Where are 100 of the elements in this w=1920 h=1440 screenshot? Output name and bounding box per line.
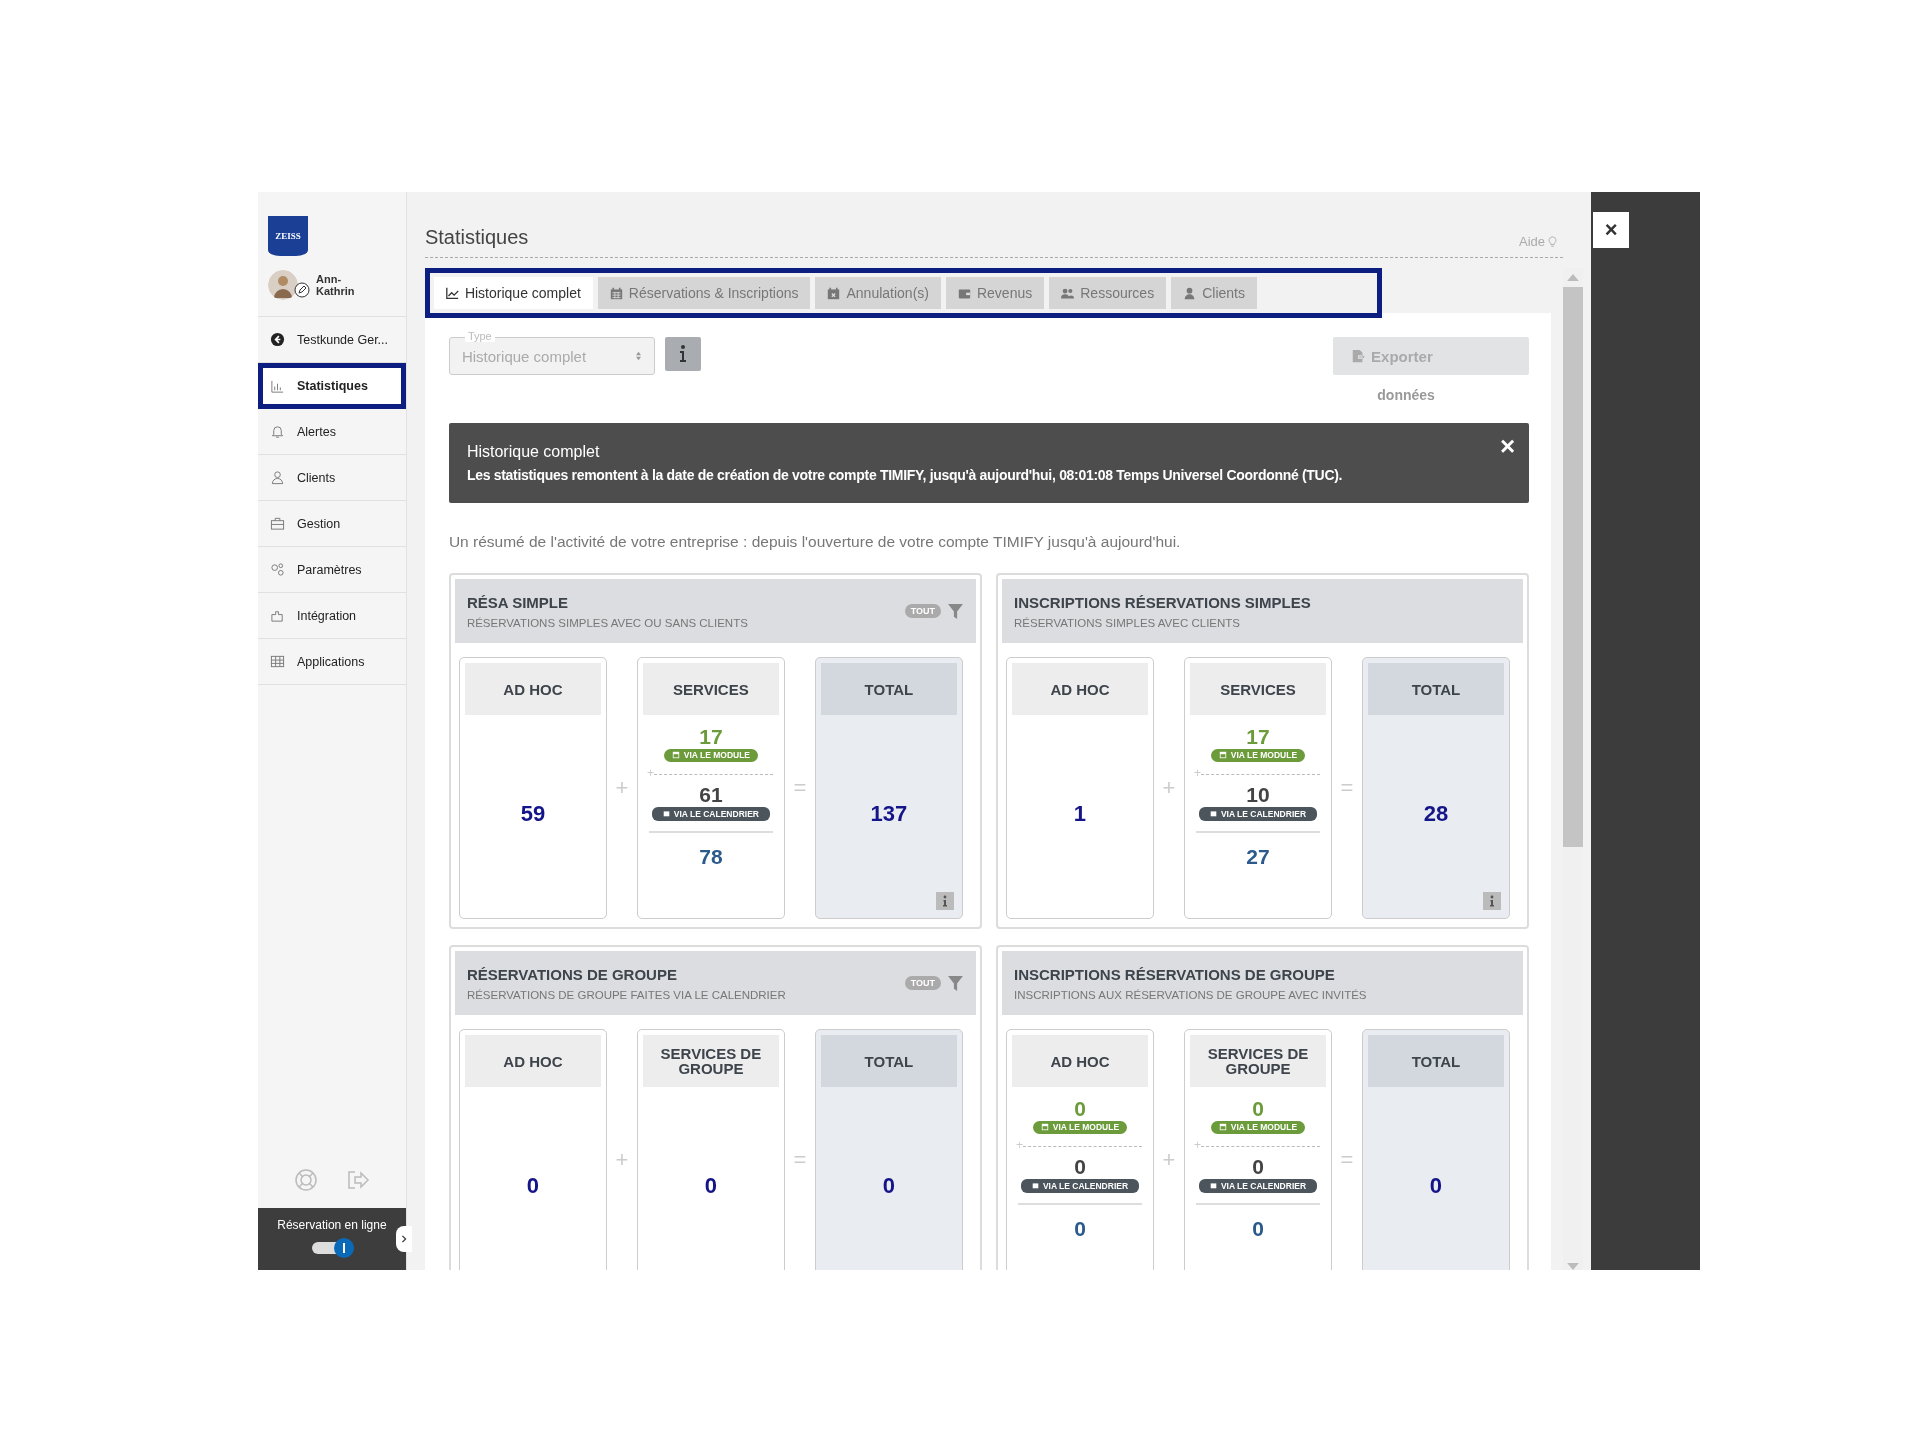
operator-sign: +: [1161, 775, 1177, 801]
sidebar-item[interactable]: Gestion: [258, 501, 406, 547]
nav-icon: [270, 608, 285, 623]
panel-title: INSCRIPTIONS RÉSERVATIONS SIMPLES: [1014, 593, 1312, 611]
panel-title: RÉSERVATIONS DE GROUPE: [466, 965, 678, 983]
operator-sign: =: [792, 775, 808, 801]
card-heading: SERVICES DE GROUPE: [642, 1035, 779, 1087]
count-value: 28: [1423, 801, 1449, 827]
operator-sign: =: [1339, 775, 1355, 801]
module-count: 17: [1246, 725, 1270, 749]
info-icon[interactable]: [935, 892, 954, 910]
wallet-icon: [957, 286, 971, 300]
sum-count: 0: [1252, 1217, 1264, 1241]
scroll-thumb[interactable]: [1563, 287, 1584, 847]
file-export-icon: [1351, 349, 1366, 363]
calendar-count: 61: [699, 782, 723, 807]
summary-text: Un résumé de l'activité de votre entreprise : depuis l'ouverture de votre compte TIMIFY jusqu'à aujourd'hui.: [448, 533, 1182, 551]
close-button[interactable]: ×: [1593, 212, 1630, 248]
edit-icon[interactable]: [294, 282, 310, 298]
card-heading: SERVICES: [642, 663, 779, 715]
window-icon: [1218, 751, 1227, 760]
field-label: Type: [464, 330, 495, 342]
card-heading: AD HOC: [1012, 663, 1148, 715]
help-ring-icon[interactable]: [293, 1168, 318, 1192]
calendar-count: 10: [1246, 782, 1270, 807]
calendar-count: 0: [1252, 1154, 1264, 1179]
filter-icon[interactable]: [947, 974, 964, 992]
calendar-icon: [1031, 1182, 1039, 1190]
calendar-icon: [609, 286, 623, 300]
calendar-count: 0: [1074, 1154, 1086, 1179]
chevron-icon: [399, 1235, 408, 1243]
window-icon: [1040, 1123, 1049, 1132]
alert-close-button[interactable]: ×: [1499, 431, 1516, 462]
module-count: 0: [1252, 1097, 1264, 1121]
calendar-badge: VIA LE CALENDRIER: [1021, 1178, 1139, 1193]
nav-icon: [270, 332, 285, 347]
operator-sign: +: [614, 775, 630, 801]
window-icon: [671, 751, 680, 760]
panel-title: RÉSA SIMPLE: [466, 593, 570, 611]
calendar-icon: [1209, 1182, 1217, 1190]
info-button-icon[interactable]: [664, 337, 701, 371]
scroll-up-icon[interactable]: [1567, 274, 1580, 281]
sidebar-item[interactable]: Intégration: [258, 593, 406, 639]
module-count: 0: [1074, 1097, 1086, 1121]
nav-icon: [270, 562, 285, 577]
operator-sign: +: [614, 1147, 630, 1173]
logout-icon[interactable]: [345, 1168, 370, 1192]
sidebar-item[interactable]: Paramètres: [258, 547, 406, 593]
count-value: 137: [870, 801, 908, 827]
panel-subtitle: RÉSERVATIONS DE GROUPE FAITES VIA LE CALENDRIER: [466, 988, 787, 1001]
page-title: Statistiques: [424, 226, 529, 249]
count-value: 0: [704, 1173, 717, 1199]
nav-icon: [270, 378, 285, 394]
sum-count: 0: [1074, 1217, 1086, 1241]
collapse-tab[interactable]: [395, 1226, 412, 1252]
sidebar-item[interactable]: Clients: [258, 455, 406, 501]
card-heading: TOTAL: [1368, 1035, 1504, 1087]
sum-count: 78: [699, 845, 723, 869]
panel-title: INSCRIPTIONS RÉSERVATIONS DE GROUPE: [1014, 965, 1336, 983]
info-icon[interactable]: [1483, 892, 1501, 910]
module-badge: VIA LE MODULE: [663, 749, 759, 762]
count-value: 0: [1429, 1173, 1443, 1199]
user-name: Ann-Kathrin: [316, 273, 356, 297]
module-badge: VIA LE MODULE: [1032, 1121, 1128, 1134]
nav-icon: [270, 516, 285, 531]
calendar-badge: VIA LE CALENDRIER: [1199, 1178, 1317, 1193]
sidebar-item[interactable]: Applications: [258, 639, 406, 685]
card-heading: AD HOC: [464, 1035, 601, 1087]
export-caption: données: [1377, 387, 1435, 403]
calendar-badge: VIA LE CALENDRIER: [1199, 806, 1317, 821]
operator-sign: +: [1161, 1147, 1177, 1173]
panel-subtitle: RÉSERVATIONS SIMPLES AVEC OU SANS CLIENTS: [466, 616, 749, 629]
operator-sign: =: [792, 1147, 808, 1173]
module-badge: VIA LE MODULE: [1210, 1121, 1306, 1134]
avatar-icon: [268, 270, 298, 300]
zeiss-logo: ZEISS: [268, 216, 308, 256]
nav-icon: [270, 470, 285, 485]
module-count: 17: [699, 725, 723, 749]
alert-title: Historique complet: [466, 443, 600, 461]
card-heading: AD HOC: [464, 663, 601, 715]
card-heading: SERVICES: [1190, 663, 1326, 715]
sidebar-item[interactable]: Alertes: [258, 409, 406, 455]
card-heading: TOTAL: [820, 1035, 957, 1087]
lightbulb-icon[interactable]: [1548, 235, 1558, 248]
card-heading: TOTAL: [820, 663, 957, 715]
filter-icon[interactable]: [947, 602, 964, 620]
online-booking-label: Réservation en ligne: [277, 1218, 387, 1232]
alert-message: Les statistiques remontent à la date de création de votre compte TIMIFY, jusqu'à aujourd'hui, 08:01:08 Temps Universel Coordonné (TUC).: [466, 467, 1344, 483]
chart-line-icon: [445, 286, 459, 300]
tab[interactable]: Historique complet: [433, 277, 593, 309]
card-heading: TOTAL: [1368, 663, 1504, 715]
operator-sign: =: [1339, 1147, 1355, 1173]
nav-icon: [270, 424, 285, 439]
module-badge: VIA LE MODULE: [1210, 749, 1306, 762]
scroll-down-icon[interactable]: [1567, 1263, 1580, 1270]
sidebar-item[interactable]: Statistiques: [258, 363, 406, 409]
panel-subtitle: INSCRIPTIONS AUX RÉSERVATIONS DE GROUPE AVEC INVITÉS: [1014, 988, 1368, 1001]
panel-subtitle: RÉSERVATIONS SIMPLES AVEC CLIENTS: [1014, 616, 1241, 629]
sum-count: 27: [1246, 845, 1270, 869]
window-icon: [1218, 1123, 1227, 1132]
